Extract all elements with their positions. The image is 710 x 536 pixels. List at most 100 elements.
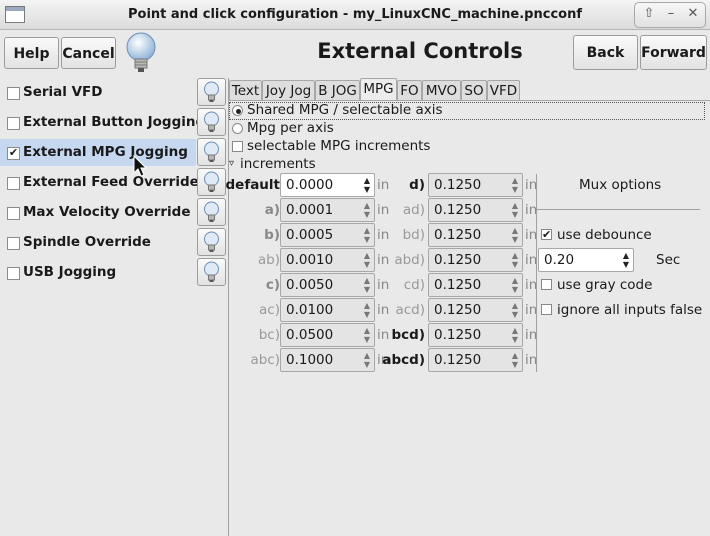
spin-up-icon[interactable]: ▲	[511, 252, 519, 260]
increment-spinner[interactable]: 0.0000 ▲ ▼	[280, 173, 375, 197]
increment-label: default	[225, 177, 281, 193]
spin-down-icon[interactable]: ▼	[511, 311, 519, 319]
option-checkbox[interactable]: ✔	[7, 147, 20, 160]
option-help-button[interactable]	[197, 78, 226, 106]
debounce-time-spinner[interactable]: 0.20 ▲ ▼	[538, 248, 634, 272]
tab-joy-jog[interactable]: Joy Jog	[262, 80, 315, 101]
increment-spinner[interactable]: 0.1250 ▲ ▼	[428, 198, 523, 222]
cancel-button[interactable]: Cancel	[61, 37, 116, 69]
use-debounce-checkbox[interactable]: ✔	[541, 229, 552, 240]
option-label[interactable]: Max Velocity Override	[23, 204, 191, 220]
spin-down-icon[interactable]: ▼	[511, 361, 519, 369]
tab-b-jog[interactable]: B JOG	[315, 80, 360, 101]
tab-mvo[interactable]: MVO	[422, 80, 461, 101]
spin-up-icon[interactable]: ▲	[511, 177, 519, 185]
increment-value: 0.1000	[286, 352, 334, 368]
increment-spinner[interactable]: 0.1250 ▲ ▼	[428, 173, 523, 197]
spin-down-icon[interactable]: ▼	[511, 336, 519, 344]
option-row[interactable]: Max Velocity Override	[0, 199, 196, 226]
option-label[interactable]: Serial VFD	[23, 84, 102, 100]
tab-mpg[interactable]: MPG	[360, 78, 397, 101]
increment-label: bd)	[402, 227, 425, 243]
increment-spinner[interactable]: 0.1250 ▲ ▼	[428, 223, 523, 247]
option-row[interactable]: ✔ External MPG Jogging	[0, 139, 196, 166]
option-row[interactable]: External Button Jogging	[0, 109, 205, 136]
option-checkbox[interactable]	[7, 117, 20, 130]
use-gray-code-label[interactable]: use gray code	[557, 277, 652, 293]
tab-so[interactable]: SO	[461, 80, 487, 101]
spin-up-icon[interactable]: ▲	[622, 252, 630, 260]
tab-fo[interactable]: FO	[397, 80, 422, 101]
increment-value: 0.0010	[286, 252, 334, 268]
increment-spinner[interactable]: 0.1250 ▲ ▼	[428, 248, 523, 272]
tab-vfd[interactable]: VFD	[487, 80, 520, 101]
spin-up-icon[interactable]: ▲	[511, 327, 519, 335]
option-row[interactable]: External Feed Override	[0, 169, 199, 196]
increment-value: 0.1250	[434, 202, 482, 218]
lightbulb-icon	[204, 111, 219, 132]
help-button[interactable]: Help	[4, 37, 59, 69]
window-icon[interactable]	[5, 6, 25, 23]
selectable-increments-checkbox[interactable]	[232, 141, 243, 152]
option-checkbox[interactable]	[7, 267, 20, 280]
option-label[interactable]: Spindle Override	[23, 234, 151, 250]
spin-down-icon[interactable]: ▼	[511, 211, 519, 219]
option-label[interactable]: External MPG Jogging	[23, 144, 188, 160]
option-label[interactable]: External Feed Override	[23, 174, 199, 190]
increment-spinner[interactable]: 0.0010 ▲ ▼	[280, 248, 375, 272]
option-label[interactable]: External Button Jogging	[23, 114, 205, 130]
increment-spinner[interactable]: 0.1250 ▲ ▼	[428, 298, 523, 322]
spin-up-icon[interactable]: ▲	[511, 227, 519, 235]
minimize-icon[interactable]: –	[660, 6, 682, 21]
maximize-icon[interactable]: ⇧	[638, 6, 660, 21]
spin-down-icon[interactable]: ▼	[511, 286, 519, 294]
back-button[interactable]: Back	[573, 35, 638, 70]
close-icon[interactable]: ✕	[682, 6, 704, 21]
ignore-inputs-false-label[interactable]: ignore all inputs false	[557, 302, 702, 318]
mpg-per-axis-label[interactable]: Mpg per axis	[247, 120, 334, 136]
mpg-per-axis-radio[interactable]	[232, 123, 243, 134]
increment-value: 0.1250	[434, 327, 482, 343]
increment-spinner[interactable]: 0.1250 ▲ ▼	[428, 273, 523, 297]
spin-down-icon[interactable]: ▼	[511, 236, 519, 244]
option-row[interactable]: Serial VFD	[0, 79, 196, 106]
selectable-increments-label[interactable]: selectable MPG increments	[247, 138, 430, 154]
increment-spinner[interactable]: 0.1250 ▲ ▼	[428, 323, 523, 347]
increment-spinner[interactable]: 0.0005 ▲ ▼	[280, 223, 375, 247]
option-help-button[interactable]	[197, 138, 226, 166]
expander-down-icon[interactable]: ▿	[229, 158, 234, 169]
increment-spinner[interactable]: 0.0500 ▲ ▼	[280, 323, 375, 347]
increment-spinner[interactable]: 0.0001 ▲ ▼	[280, 198, 375, 222]
forward-button[interactable]: Forward	[640, 35, 707, 70]
increment-spinner[interactable]: 0.0050 ▲ ▼	[280, 273, 375, 297]
increment-value: 0.0500	[286, 327, 334, 343]
shared-mpg-radio[interactable]	[232, 105, 243, 116]
increment-spinner[interactable]: 0.1000 ▲ ▼	[280, 348, 375, 372]
spin-up-icon[interactable]: ▲	[511, 352, 519, 360]
option-row[interactable]: Spindle Override	[0, 229, 196, 256]
use-gray-code-checkbox[interactable]	[541, 279, 552, 290]
option-checkbox[interactable]	[7, 177, 20, 190]
option-label[interactable]: USB Jogging	[23, 264, 116, 280]
option-checkbox[interactable]	[7, 237, 20, 250]
use-debounce-label[interactable]: use debounce	[557, 227, 652, 243]
option-checkbox[interactable]	[7, 87, 20, 100]
spin-up-icon[interactable]: ▲	[511, 202, 519, 210]
increment-spinner[interactable]: 0.0100 ▲ ▼	[280, 298, 375, 322]
spin-up-icon[interactable]: ▲	[511, 277, 519, 285]
ignore-inputs-false-checkbox[interactable]	[541, 304, 552, 315]
increment-value: 0.1250	[434, 227, 482, 243]
spin-down-icon[interactable]: ▼	[511, 261, 519, 269]
increment-value: 0.0005	[286, 227, 334, 243]
tab-text[interactable]: Text	[229, 80, 262, 101]
increment-label: b)	[264, 227, 280, 243]
option-row[interactable]: USB Jogging	[0, 259, 196, 286]
increments-expander[interactable]: increments	[240, 156, 316, 172]
spin-down-icon[interactable]: ▼	[622, 261, 630, 269]
option-checkbox[interactable]	[7, 207, 20, 220]
increment-spinner[interactable]: 0.1250 ▲ ▼	[428, 348, 523, 372]
spin-down-icon[interactable]: ▼	[511, 186, 519, 194]
increment-label: bcd)	[391, 327, 426, 343]
option-help-button[interactable]	[197, 108, 226, 136]
spin-up-icon[interactable]: ▲	[511, 302, 519, 310]
